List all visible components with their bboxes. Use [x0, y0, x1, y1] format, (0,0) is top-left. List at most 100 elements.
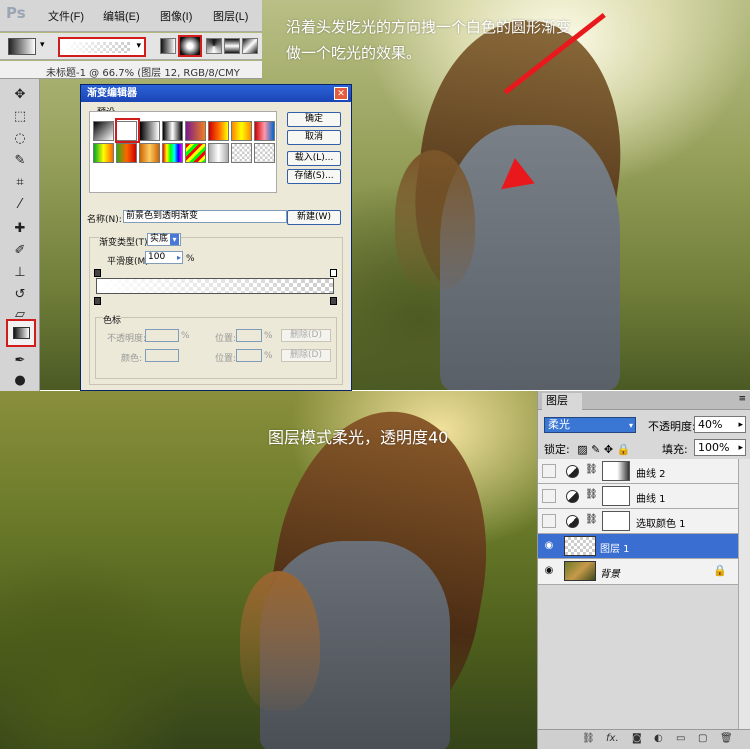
panel-menu-icon[interactable]: ≡ [738, 394, 746, 404]
opacity-stop-left[interactable] [94, 269, 101, 277]
opacity-field[interactable]: 40% ▸ [694, 416, 746, 433]
gradient-preset-swatch[interactable] [116, 143, 137, 163]
ok-button[interactable]: 确定 [287, 112, 341, 127]
layer-mask-thumbnail[interactable] [602, 511, 630, 531]
reflected-gradient-icon[interactable] [224, 38, 240, 54]
chevron-down-icon[interactable]: ▾ [629, 419, 633, 433]
close-icon[interactable]: ✕ [334, 87, 348, 100]
lock-all-icon[interactable]: 🔒 [617, 443, 631, 456]
menu-file[interactable]: 文件(F) [48, 8, 84, 24]
color-stop-left[interactable] [94, 297, 101, 305]
new-layer-icon[interactable]: ▢ [698, 733, 707, 744]
eye-icon[interactable]: ◉ [542, 564, 556, 578]
layer-row-layer-1[interactable]: ◉ 图层 1 [538, 534, 750, 559]
marquee-tool-icon[interactable]: ⬚ [10, 107, 30, 127]
pen-tool-icon[interactable]: ✒ [10, 351, 30, 371]
lock-transparency-icon[interactable]: ▨ [577, 443, 587, 456]
document-title: 未标题-1 @ 66.7% (图层 12, RGB/8/CMY [46, 68, 240, 79]
layer-row-curves-1[interactable]: ⛓ 曲线 1 [538, 484, 750, 509]
chevron-right-icon[interactable]: ▸ [738, 441, 743, 456]
menu-image[interactable]: 图像(I) [160, 8, 192, 24]
gradient-preset-swatch[interactable] [208, 121, 229, 141]
menu-layer[interactable]: 图层(L) [213, 8, 248, 24]
chevron-down-icon[interactable]: ▾ [170, 234, 179, 245]
adjustment-layer-icon[interactable]: ◐ [654, 733, 663, 744]
stamp-tool-icon[interactable]: ⊥ [10, 263, 30, 283]
gradient-tool-icon[interactable] [6, 319, 36, 347]
visibility-toggle[interactable] [542, 514, 556, 528]
radial-gradient-icon[interactable] [178, 35, 202, 57]
gradient-preset-swatch[interactable] [185, 121, 206, 141]
link-layers-icon[interactable]: ⛓ [582, 733, 595, 744]
chevron-down-icon[interactable]: ▾ [136, 41, 141, 51]
layers-scrollbar[interactable] [738, 459, 750, 729]
gradient-preset-swatch[interactable] [231, 143, 252, 163]
preset-panel [89, 111, 277, 193]
layer-row-selective-color[interactable]: ⛓ 选取颜色 1 [538, 509, 750, 534]
menu-edit[interactable]: 编辑(E) [103, 8, 140, 24]
gradient-preset-swatch[interactable] [162, 121, 183, 141]
gradient-preset-swatch[interactable] [93, 143, 114, 163]
fill-field[interactable]: 100% ▸ [694, 439, 746, 456]
gradient-preset-swatch[interactable] [93, 121, 114, 141]
trash-icon[interactable]: 🗑 [720, 733, 733, 744]
chain-link-icon[interactable]: ⛓ [585, 464, 598, 475]
chevron-right-icon[interactable]: ▸ [177, 252, 181, 263]
angle-gradient-icon[interactable] [206, 38, 222, 54]
type-select[interactable]: 实底 ▾ [147, 233, 181, 246]
cancel-button[interactable]: 取消 [287, 130, 341, 145]
chain-link-icon[interactable]: ⛓ [585, 489, 598, 500]
gradient-preview-bar[interactable] [96, 278, 334, 294]
gradient-preset-swatch[interactable] [139, 121, 160, 141]
gradient-preset-swatch[interactable] [254, 121, 275, 141]
move-tool-icon[interactable]: ✥ [10, 85, 30, 105]
lock-pixels-icon[interactable]: ✎ [591, 443, 600, 456]
gradient-tool-preset[interactable] [8, 38, 36, 55]
linear-gradient-icon[interactable] [160, 38, 176, 54]
history-brush-tool-icon[interactable]: ↺ [10, 285, 30, 305]
chevron-down-icon[interactable]: ▾ [40, 40, 45, 50]
quick-select-tool-icon[interactable]: ✎ [10, 151, 30, 171]
brush-tool-icon[interactable]: ✐ [10, 241, 30, 261]
fx-icon[interactable]: fx. [606, 733, 619, 744]
gradient-preset-swatch[interactable] [254, 143, 275, 163]
delete-stop-button: 删除(D) [281, 329, 331, 342]
diamond-gradient-icon[interactable] [242, 38, 258, 54]
lock-position-icon[interactable]: ✥ [604, 443, 613, 456]
gradient-preset-swatch[interactable] [231, 121, 252, 141]
visibility-toggle[interactable] [542, 464, 556, 478]
layer-row-curves-2[interactable]: ⛓ 曲线 2 [538, 459, 750, 484]
healing-tool-icon[interactable]: ✚ [10, 219, 30, 239]
chain-link-icon[interactable]: ⛓ [585, 514, 598, 525]
document-tab[interactable]: 未标题-1 @ 66.7% (图层 12, RGB/8/CMY [0, 61, 262, 79]
stop-opacity-unit: % [181, 331, 190, 341]
color-stop-right[interactable] [330, 297, 337, 305]
add-mask-icon[interactable]: ◙ [632, 733, 642, 744]
layer-mask-thumbnail[interactable] [602, 486, 630, 506]
eyedropper-tool-icon[interactable]: ⁄ [10, 195, 30, 215]
gradient-preset-swatch[interactable] [185, 143, 206, 163]
blend-mode-select[interactable]: 柔光 ▾ [544, 417, 636, 433]
layer-thumbnail[interactable] [564, 536, 596, 556]
gradient-preset-swatch[interactable] [162, 143, 183, 163]
chevron-right-icon[interactable]: ▸ [738, 418, 743, 433]
opacity-stop-right[interactable] [330, 269, 337, 277]
tab-layers[interactable]: 图层 [542, 393, 582, 410]
visibility-toggle[interactable] [542, 489, 556, 503]
gradient-preset-swatch[interactable] [139, 143, 160, 163]
smooth-field[interactable]: 100 ▸ [145, 251, 183, 264]
new-button[interactable]: 新建(W) [287, 210, 341, 225]
eye-icon[interactable]: ◉ [542, 539, 556, 553]
zoom-tool-icon[interactable]: ● [10, 371, 30, 391]
layer-mask-thumbnail[interactable] [602, 461, 630, 481]
crop-tool-icon[interactable]: ⌗ [10, 173, 30, 193]
gradient-picker[interactable]: ▾ [58, 37, 146, 57]
name-field[interactable]: 前景色到透明渐变 [123, 210, 287, 223]
layer-thumbnail[interactable] [564, 561, 596, 581]
group-folder-icon[interactable]: ▭ [676, 733, 685, 744]
save-button[interactable]: 存储(S)... [287, 169, 341, 184]
layer-row-background[interactable]: ◉ 背景 🔒 [538, 559, 750, 585]
gradient-preset-swatch[interactable] [208, 143, 229, 163]
load-button[interactable]: 载入(L)... [287, 151, 341, 166]
lasso-tool-icon[interactable]: ◌ [10, 129, 30, 149]
